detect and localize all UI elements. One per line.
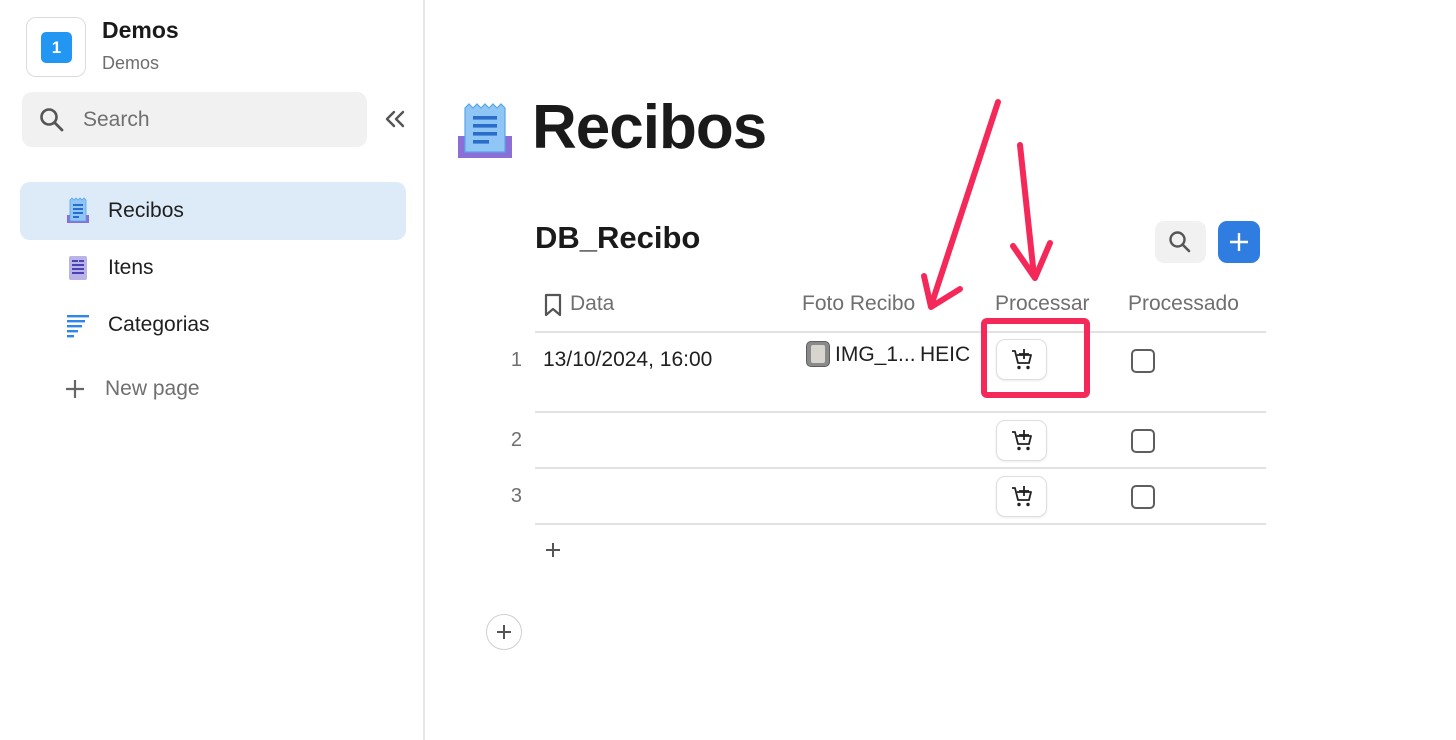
- processar-button[interactable]: [996, 420, 1047, 461]
- workspace-logo-badge: 1: [41, 32, 72, 63]
- workspace-logo[interactable]: 1: [26, 17, 86, 77]
- search-label: Search: [83, 108, 150, 131]
- annotation-arrow: [1017, 142, 1037, 279]
- add-to-cart-icon: [1012, 486, 1032, 507]
- sidebar-item-label: Itens: [108, 256, 154, 279]
- annotation-highlight-box: [981, 318, 1090, 398]
- plus-icon: [497, 625, 511, 639]
- sidebar: 1 Demos Demos Search Recibos Itens Categ…: [0, 0, 425, 740]
- sidebar-item-label: Recibos: [108, 199, 184, 222]
- column-header-processar[interactable]: Processar: [995, 292, 1090, 316]
- collapse-sidebar-icon[interactable]: [380, 104, 410, 134]
- receipt-icon: [458, 103, 512, 158]
- row-number: 3: [510, 485, 522, 507]
- add-record-button[interactable]: [1218, 221, 1260, 263]
- table-divider: [535, 523, 1266, 525]
- list-lines-icon: [67, 315, 89, 338]
- row-number: 1: [510, 349, 522, 371]
- table-divider: [535, 331, 1266, 333]
- page-title[interactable]: Recibos: [532, 92, 767, 163]
- database-search-button[interactable]: [1155, 221, 1206, 263]
- add-row-icon[interactable]: [541, 538, 565, 562]
- annotation-arrow-head: [921, 273, 963, 310]
- column-header-foto-recibo[interactable]: Foto Recibo: [802, 292, 915, 316]
- processado-checkbox[interactable]: [1131, 349, 1155, 373]
- processar-button[interactable]: [996, 476, 1047, 517]
- column-header-data[interactable]: Data: [570, 292, 614, 316]
- cell-data[interactable]: 13/10/2024, 16:00: [543, 348, 712, 372]
- table-divider: [535, 467, 1266, 469]
- search-icon: [40, 108, 64, 132]
- workspace-subtitle: Demos: [102, 53, 160, 73]
- file-extension: HEIC: [920, 343, 971, 366]
- plus-icon: [66, 380, 84, 398]
- workspace-title[interactable]: Demos: [102, 17, 179, 44]
- table-divider: [535, 411, 1266, 413]
- new-page-label: New page: [105, 377, 200, 400]
- add-to-cart-icon: [1012, 430, 1032, 451]
- processado-checkbox[interactable]: [1131, 429, 1155, 453]
- search-icon: [1169, 231, 1191, 253]
- sidebar-item-label: Categorias: [108, 313, 210, 336]
- sidebar-item-itens[interactable]: Itens: [20, 239, 406, 297]
- bookmark-icon: [544, 293, 562, 317]
- document-list-icon: [69, 256, 87, 280]
- new-page-button[interactable]: New page: [20, 362, 406, 416]
- receipt-icon: [67, 197, 89, 223]
- annotation-arrow-head: [1010, 240, 1053, 281]
- plus-icon: [1230, 233, 1248, 251]
- image-thumbnail[interactable]: [806, 341, 830, 367]
- sidebar-search[interactable]: Search: [22, 92, 367, 147]
- file-name[interactable]: IMG_1...: [835, 343, 916, 367]
- annotation-arrow: [928, 99, 1001, 309]
- column-header-processado[interactable]: Processado: [1128, 292, 1239, 316]
- add-block-button[interactable]: [486, 614, 522, 650]
- processado-checkbox[interactable]: [1131, 485, 1155, 509]
- row-number: 2: [510, 429, 522, 451]
- sidebar-item-categorias[interactable]: Categorias: [20, 296, 406, 354]
- sidebar-item-recibos[interactable]: Recibos: [20, 182, 406, 240]
- database-title[interactable]: DB_Recibo: [535, 220, 700, 256]
